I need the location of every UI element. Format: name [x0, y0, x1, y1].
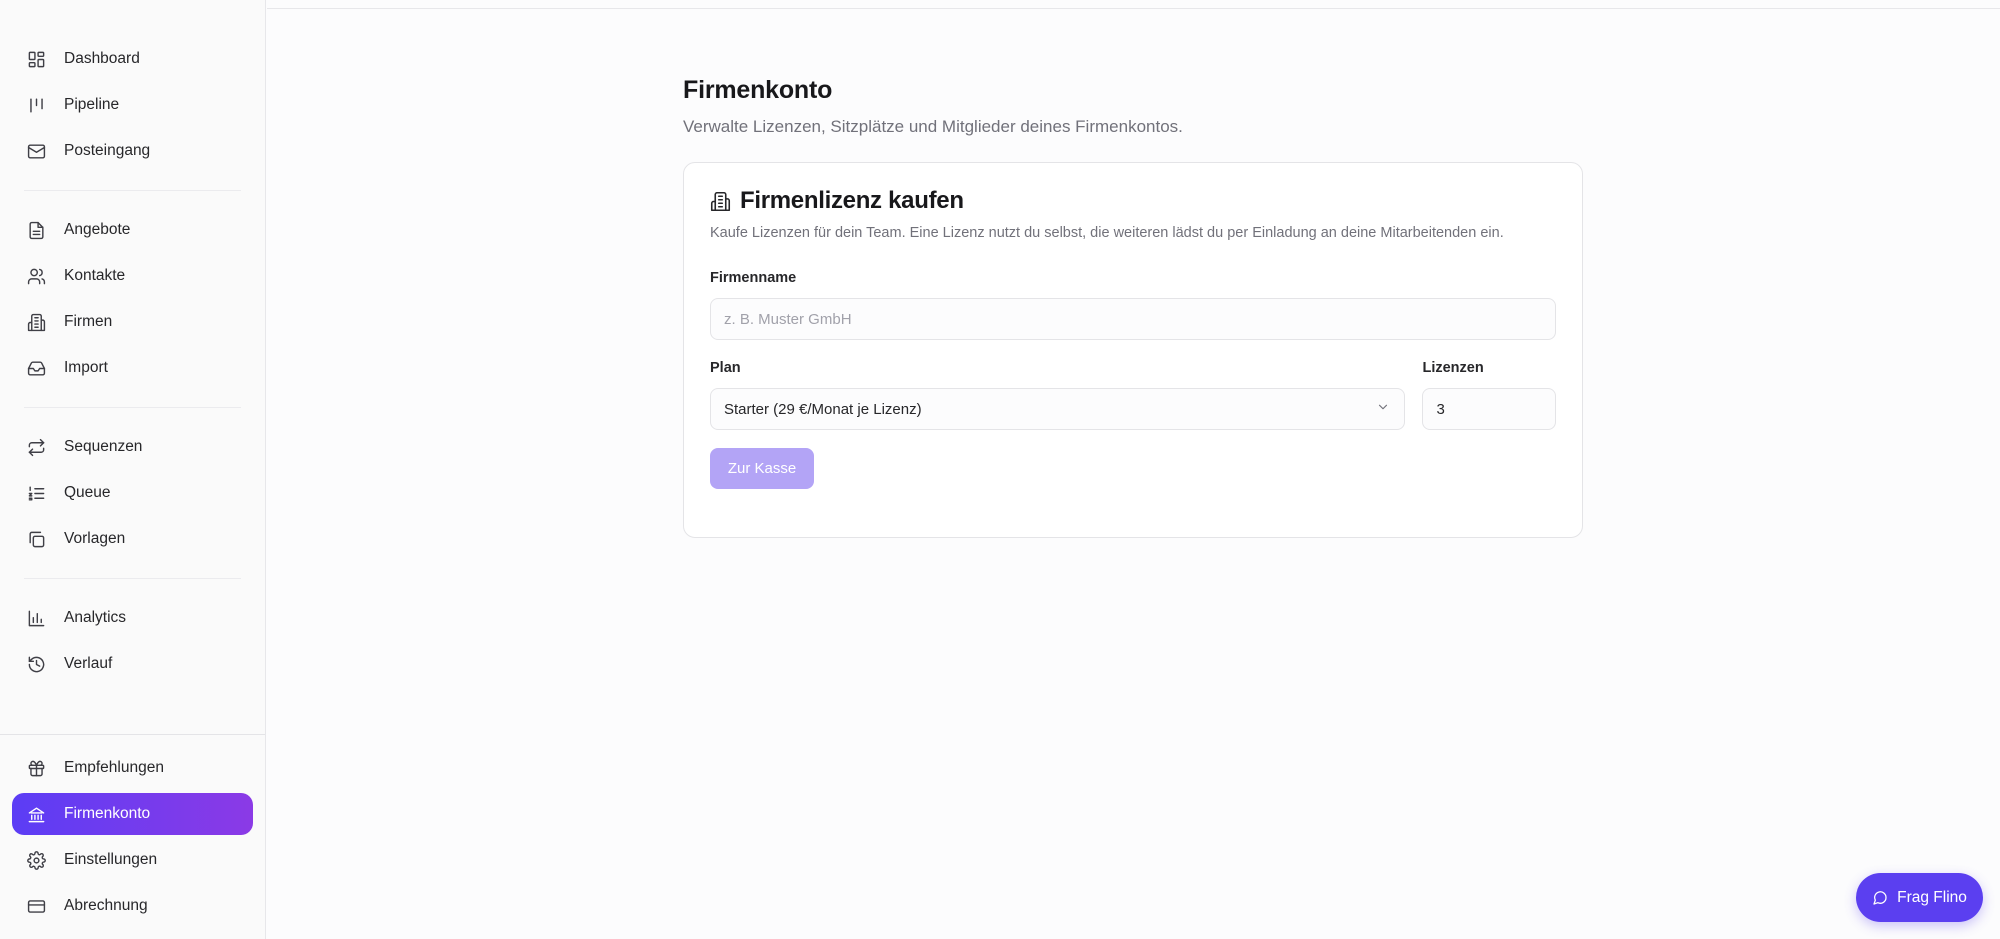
sidebar-item-label: Einstellungen: [64, 851, 158, 868]
sidebar-item-posteingang[interactable]: Posteingang: [12, 130, 253, 172]
plan-row: Plan Starter (29 €/Monat je Lizenz) Lize…: [710, 360, 1556, 430]
sidebar-item-queue[interactable]: Queue: [12, 472, 253, 514]
sidebar-item-label: Dashboard: [64, 50, 140, 67]
sidebar-item-label: Verlauf: [64, 655, 113, 672]
sidebar-item-kontakte[interactable]: Kontakte: [12, 255, 253, 297]
sidebar-item-empfehlungen[interactable]: Empfehlungen: [12, 747, 253, 789]
users-icon: [26, 266, 46, 286]
card-header: Firmenlizenz kaufen: [710, 187, 1556, 215]
page-subtitle: Verwalte Lizenzen, Sitzplätze und Mitgli…: [683, 117, 1183, 136]
nav-group-automation: Sequenzen Queue Vorlagen: [0, 426, 265, 560]
sidebar-item-sequenzen[interactable]: Sequenzen: [12, 426, 253, 468]
plan-label: Plan: [710, 360, 741, 376]
sidebar-item-analytics[interactable]: Analytics: [12, 597, 253, 639]
sidebar-item-firmen[interactable]: Firmen: [12, 301, 253, 343]
sidebar-item-label: Queue: [64, 484, 111, 501]
card-title: Firmenlizenz kaufen: [740, 187, 964, 214]
card-description: Kaufe Lizenzen für dein Team. Eine Lizen…: [710, 225, 1504, 241]
repeat-icon: [26, 437, 46, 457]
sidebar-item-label: Abrechnung: [64, 897, 148, 914]
document-icon: [26, 220, 46, 240]
sidebar-item-angebote[interactable]: Angebote: [12, 209, 253, 251]
gear-icon: [26, 850, 46, 870]
nav-group-account: Empfehlungen Firmenkonto Einstellungen A…: [0, 747, 265, 931]
sidebar-item-pipeline[interactable]: Pipeline: [12, 84, 253, 126]
list-ordered-icon: [26, 483, 46, 503]
plan-column: Plan Starter (29 €/Monat je Lizenz): [710, 360, 1406, 430]
main-content: Firmenkonto Verwalte Lizenzen, Sitzplätz…: [683, 76, 1583, 137]
nav-group-crm: Angebote Kontakte Firmen Import: [0, 209, 265, 389]
company-license-card: Firmenlizenz kaufen Kaufe Lizenzen für d…: [683, 162, 1583, 538]
building-icon: [710, 190, 732, 212]
sidebar: Dashboard Pipeline Posteingang Angebote: [0, 0, 266, 939]
sidebar-item-label: Firmen: [64, 313, 113, 330]
chevron-down-icon: [1376, 400, 1390, 418]
bank-icon: [26, 804, 46, 824]
mail-icon: [26, 141, 46, 161]
licenses-label: Lizenzen: [1422, 360, 1484, 376]
sidebar-item-label: Sequenzen: [64, 438, 143, 455]
sidebar-item-einstellungen[interactable]: Einstellungen: [12, 839, 253, 881]
header-divider: [267, 8, 2000, 9]
sidebar-divider: [24, 578, 241, 579]
plan-selected-value: Starter (29 €/Monat je Lizenz): [724, 400, 922, 418]
sidebar-divider: [24, 190, 241, 191]
dashboard-icon: [26, 49, 46, 69]
sidebar-item-label: Import: [64, 359, 108, 376]
page-title: Firmenkonto: [683, 76, 833, 104]
sidebar-item-vorlagen[interactable]: Vorlagen: [12, 518, 253, 560]
chat-icon: [1872, 890, 1897, 906]
history-icon: [26, 654, 46, 674]
sidebar-item-dashboard[interactable]: Dashboard: [12, 38, 253, 80]
pipeline-icon: [26, 95, 46, 115]
sidebar-item-abrechnung[interactable]: Abrechnung: [12, 885, 253, 927]
licenses-column: Lizenzen: [1422, 360, 1556, 430]
bar-chart-icon: [26, 608, 46, 628]
ask-assistant-button[interactable]: Frag Flino: [1856, 873, 1983, 922]
sidebar-item-label: Vorlagen: [64, 530, 126, 547]
sidebar-item-label: Firmenkonto: [64, 805, 151, 822]
sidebar-item-label: Analytics: [64, 609, 127, 626]
checkout-button[interactable]: Zur Kasse: [710, 448, 814, 489]
sidebar-item-label: Empfehlungen: [64, 759, 164, 776]
sidebar-bottom-divider: [0, 734, 265, 735]
sidebar-item-verlauf[interactable]: Verlauf: [12, 643, 253, 685]
sidebar-item-label: Kontakte: [64, 267, 126, 284]
sidebar-item-label: Posteingang: [64, 142, 151, 159]
plan-select[interactable]: Starter (29 €/Monat je Lizenz): [710, 388, 1406, 430]
company-name-input[interactable]: [710, 298, 1556, 340]
nav-group-insights: Analytics Verlauf: [0, 597, 265, 685]
sidebar-item-label: Pipeline: [64, 96, 120, 113]
sidebar-item-label: Angebote: [64, 221, 131, 238]
inbox-icon: [26, 358, 46, 378]
building-icon: [26, 312, 46, 332]
sidebar-divider: [24, 407, 241, 408]
sidebar-item-firmenkonto[interactable]: Firmenkonto: [12, 793, 253, 835]
licenses-input[interactable]: [1422, 388, 1556, 430]
sidebar-item-import[interactable]: Import: [12, 347, 253, 389]
company-name-label: Firmenname: [710, 270, 797, 286]
credit-card-icon: [26, 896, 46, 916]
copy-icon: [26, 529, 46, 549]
gift-icon: [26, 758, 46, 778]
ask-assistant-label: Frag Flino: [1897, 888, 1967, 906]
nav-group-main: Dashboard Pipeline Posteingang: [0, 38, 265, 172]
